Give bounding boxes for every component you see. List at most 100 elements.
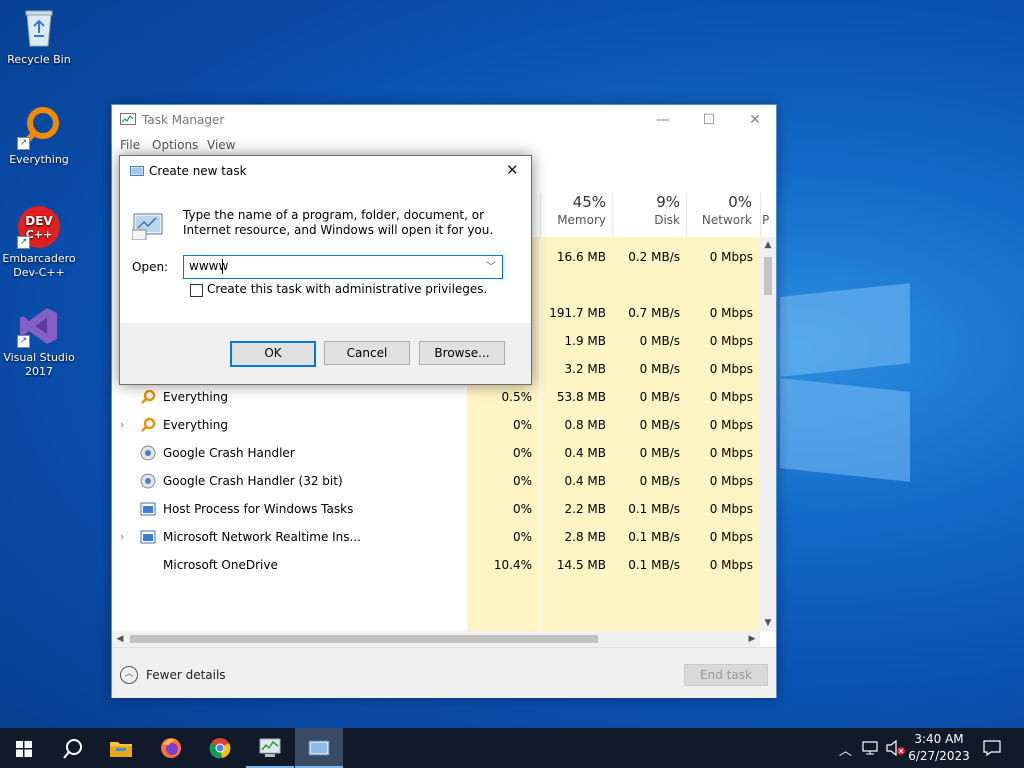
task-manager-icon <box>120 113 136 127</box>
cpu-value: 0% <box>512 530 532 544</box>
taskbar-firefox[interactable] <box>147 728 195 768</box>
menu-view[interactable]: View <box>207 138 235 152</box>
cancel-button[interactable]: Cancel <box>324 341 410 365</box>
dialog-close-icon[interactable]: ✕ <box>506 161 519 179</box>
table-row[interactable]: Google Crash Handler (32 bit) 0% 0.4 MB 0 M… <box>112 467 762 495</box>
table-row[interactable]: Everything 0.5% 53.8 MB 0 MB/s 0 Mbps <box>112 383 762 411</box>
horizontal-scroll-thumb[interactable] <box>130 635 598 643</box>
network-value: 0 Mbps <box>709 502 753 516</box>
scroll-down-icon[interactable]: ▼ <box>760 615 776 631</box>
expand-chevron-icon[interactable]: › <box>120 411 124 439</box>
menu-file[interactable]: File <box>120 138 140 152</box>
disk-value: 0 MB/s <box>639 334 680 348</box>
memory-value: 0.4 MB <box>564 474 606 488</box>
taskbar-file-explorer[interactable] <box>97 728 145 768</box>
browse-button[interactable]: Browse... <box>419 341 505 365</box>
table-row[interactable]: Google Crash Handler 0% 0.4 MB 0 MB/s 0 Mbps <box>112 439 762 467</box>
footer: ︿ Fewer details End task <box>112 647 776 698</box>
disk-value: 0.1 MB/s <box>628 558 680 572</box>
table-row[interactable]: › Everything 0% 0.8 MB 0 MB/s 0 Mbps <box>112 411 762 439</box>
everything-search-icon <box>140 389 156 405</box>
file-explorer-icon <box>110 742 132 757</box>
start-button[interactable] <box>0 728 48 768</box>
taskbar-task-manager[interactable] <box>246 728 294 768</box>
fewer-details-link[interactable]: Fewer details <box>146 668 226 682</box>
search-icon <box>63 739 82 759</box>
chrome-icon <box>209 738 231 759</box>
everything-search-icon <box>140 417 156 433</box>
task-manager-taskbar-icon <box>259 738 281 757</box>
everything-search-icon: ↗ <box>17 106 61 150</box>
recycle-bin-icon <box>17 6 61 50</box>
network-value: 0 Mbps <box>709 390 753 404</box>
open-combobox[interactable]: wwww ﹀ <box>183 255 503 279</box>
run-program-icon <box>131 208 164 243</box>
search-button[interactable] <box>48 728 96 768</box>
open-label: Open: <box>132 260 169 274</box>
admin-checkbox[interactable] <box>190 284 203 297</box>
expand-chevron-icon[interactable]: › <box>120 523 124 551</box>
desktop-icon-visual-studio[interactable]: ↗ Visual Studio 2017 <box>1 304 77 379</box>
end-task-button[interactable]: End task <box>684 664 768 686</box>
memory-value: 0.8 MB <box>564 418 606 432</box>
close-icon: ✕ <box>749 112 761 128</box>
network-value: 0 Mbps <box>709 362 753 376</box>
title-bar[interactable]: Task Manager — ☐ ✕ <box>112 105 776 135</box>
clock-time[interactable]: 3:40 AM <box>905 732 973 746</box>
chevron-up-icon[interactable]: ︿ <box>120 666 138 684</box>
google-crash-handler-icon <box>140 473 156 489</box>
cpu-value: 0.5% <box>501 390 533 404</box>
table-row[interactable]: › Microsoft Network Realtime Ins... 0% 2.8 … <box>112 523 762 551</box>
horizontal-scrollbar[interactable]: ◀ ▶ <box>112 631 760 647</box>
scroll-left-icon[interactable]: ◀ <box>112 631 128 647</box>
desktop-icon-recycle-bin[interactable]: Recycle Bin <box>1 6 77 67</box>
process-name: Everything <box>163 418 228 432</box>
dialog-title-bar[interactable]: Create new task ✕ <box>120 156 531 186</box>
chevron-down-icon[interactable]: ﹀ <box>486 258 496 273</box>
network-value: 0 Mbps <box>709 250 753 264</box>
visual-studio-icon: ↗ <box>17 304 61 348</box>
menu-options[interactable]: Options <box>152 138 198 152</box>
desktop-icon-everything[interactable]: ↗ Everything <box>1 106 77 167</box>
column-header-power[interactable]: P <box>762 193 774 237</box>
dialog-title: Create new task <box>149 164 247 178</box>
network-value: 0 Mbps <box>709 558 753 572</box>
desktop-icon-devcpp[interactable]: DEV C++ ↗ Embarcadero Dev-C++ <box>1 205 77 280</box>
scroll-right-icon[interactable]: ▶ <box>744 631 760 647</box>
process-name: Google Crash Handler (32 bit) <box>163 474 343 488</box>
maximize-icon: ☐ <box>702 112 716 128</box>
memory-value: 0.4 MB <box>564 446 606 460</box>
minimize-icon: — <box>656 112 670 128</box>
admin-checkbox-label: Create this task with administrative pri… <box>207 282 488 296</box>
table-row[interactable]: Host Process for Windows Tasks 0% 2.2 MB 0.… <box>112 495 762 523</box>
memory-value: 191.7 MB <box>549 306 606 320</box>
ok-button[interactable]: OK <box>230 341 316 367</box>
memory-value: 2.8 MB <box>564 530 606 544</box>
close-button[interactable]: ✕ <box>732 105 778 135</box>
devcpp-icon: DEV C++ ↗ <box>17 205 61 249</box>
network-icon[interactable] <box>862 741 880 755</box>
volume-muted-icon[interactable] <box>886 740 906 756</box>
network-value: 0 Mbps <box>709 530 753 544</box>
memory-value: 16.6 MB <box>556 250 606 264</box>
vertical-scroll-thumb[interactable] <box>764 257 772 295</box>
table-row[interactable]: Microsoft OneDrive 10.4% 14.5 MB 0.1 MB/s 0 … <box>112 551 762 579</box>
run-dialog-taskbar-icon <box>308 740 330 756</box>
cpu-value: 0% <box>512 446 532 460</box>
maximize-button[interactable]: ☐ <box>686 105 732 135</box>
minimize-button[interactable]: — <box>640 105 686 135</box>
create-new-task-dialog: Create new task ✕ Type the name of a pro… <box>119 155 532 385</box>
onedrive-icon <box>140 557 156 573</box>
taskbar-run-dialog[interactable] <box>295 728 343 768</box>
firefox-icon <box>161 738 181 758</box>
action-center-icon[interactable] <box>983 740 1001 756</box>
taskbar-chrome[interactable] <box>196 728 244 768</box>
disk-value: 0 MB/s <box>639 418 680 432</box>
show-hidden-icons-chevron-icon[interactable]: ︿ <box>839 740 852 759</box>
cpu-value: 0% <box>512 502 532 516</box>
memory-value: 1.9 MB <box>564 334 606 348</box>
network-value: 0 Mbps <box>709 334 753 348</box>
vertical-scrollbar[interactable]: ▲ ▼ <box>760 237 776 631</box>
scroll-up-icon[interactable]: ▲ <box>760 237 776 253</box>
clock-date[interactable]: 6/27/2023 <box>905 749 973 763</box>
